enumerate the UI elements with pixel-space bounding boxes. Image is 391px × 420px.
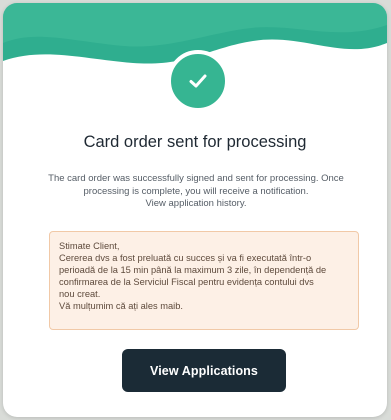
confirmation-dialog: Card order sent for processing The card … [3, 3, 387, 417]
notice-line: confirmarea de la Serviciul Fiscal pentr… [59, 277, 314, 287]
notice-line: perioadă de la 15 min până la maximum 3 … [59, 265, 327, 275]
notice-line: Cererea dvs a fost preluată cu succes și… [59, 253, 312, 263]
message-line: View application history. [145, 198, 247, 209]
check-icon [189, 74, 207, 88]
notice-line: Vă mulțumim că ați ales maib. [59, 301, 184, 311]
view-applications-button[interactable]: View Applications [122, 349, 286, 392]
success-badge [167, 50, 229, 112]
info-notice-box: Stimate Client, Cererea dvs a fost prelu… [49, 231, 359, 330]
message-line: processing is complete, you will receive… [83, 185, 309, 197]
dialog-message: The card order was successfully signed a… [33, 173, 359, 211]
notice-line: Stimate Client, [59, 241, 120, 251]
message-line: The card order was successfully signed a… [48, 173, 344, 184]
dialog-title: Card order sent for processing [83, 133, 307, 151]
notice-line: nou creat. [59, 289, 101, 299]
